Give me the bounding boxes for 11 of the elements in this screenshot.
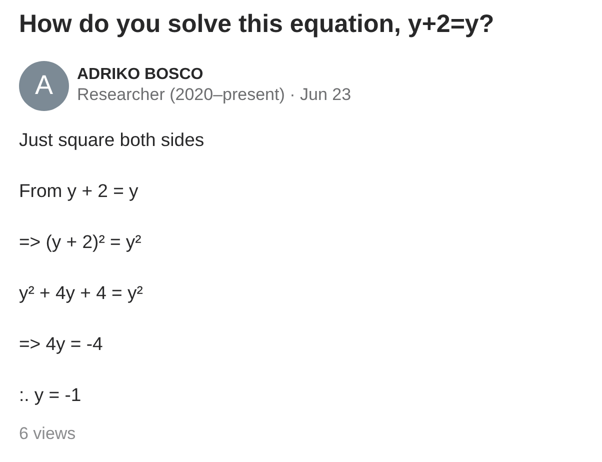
view-count: 6 views [19, 422, 77, 445]
author-credential: Researcher (2020–present) · Jun 23 [77, 84, 352, 106]
answer-line: => (y + 2)² = y² [19, 230, 142, 254]
answer-line: Just square both sides [19, 128, 206, 151]
question-title: How do you solve this equation, y+2=y? [19, 9, 496, 40]
answer-line: From y + 2 = y [19, 180, 140, 202]
answer-line: :. y = -1 [19, 384, 82, 407]
answer-line: y² + 4y + 4 = y² [19, 282, 144, 304]
answer-line: => 4y = -4 [19, 333, 104, 356]
author-name[interactable]: ADRIKO BOSCO [77, 64, 352, 84]
avatar[interactable]: A [19, 60, 69, 110]
